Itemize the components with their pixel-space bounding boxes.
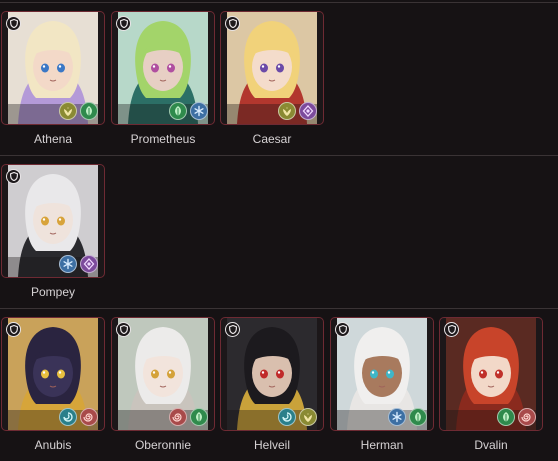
- hero-name: Pompey: [30, 285, 76, 299]
- hero-card[interactable]: [1, 164, 105, 278]
- wings-icon: [299, 408, 317, 426]
- hero-name: Dvalin: [474, 438, 508, 452]
- element-badges: [59, 102, 98, 120]
- section-divider: [0, 308, 558, 309]
- leaf-icon: [80, 102, 98, 120]
- wings-icon: [59, 102, 77, 120]
- shield-icon: [225, 16, 240, 31]
- crystal-icon: [80, 255, 98, 273]
- element-badges: [169, 102, 208, 120]
- shield-icon: [6, 322, 21, 337]
- hero-name: Prometheus: [130, 132, 196, 146]
- wave-icon: [59, 408, 77, 426]
- shield-icon: [6, 16, 21, 31]
- hero-card[interactable]: [111, 11, 215, 125]
- hero-card[interactable]: [220, 11, 324, 125]
- hero-card[interactable]: [1, 317, 105, 431]
- snowflake-icon: [388, 408, 406, 426]
- wings-icon: [278, 102, 296, 120]
- shield-icon: [6, 169, 21, 184]
- hero-card[interactable]: [220, 317, 324, 431]
- section-divider: [0, 155, 558, 156]
- shield-icon: [225, 322, 240, 337]
- hero-card[interactable]: [439, 317, 543, 431]
- hero-name: Herman: [360, 438, 404, 452]
- shield-icon: [116, 322, 131, 337]
- leaf-icon: [190, 408, 208, 426]
- shield-icon: [444, 322, 459, 337]
- element-badges: [278, 408, 317, 426]
- shield-icon: [335, 322, 350, 337]
- spiral-icon: [80, 408, 98, 426]
- leaf-icon: [169, 102, 187, 120]
- element-badges: [278, 102, 317, 120]
- hero-name: Anubis: [34, 438, 72, 452]
- hero-card[interactable]: [1, 11, 105, 125]
- hero-name: Athena: [33, 132, 73, 146]
- element-badges: [59, 255, 98, 273]
- hero-name: Caesar: [252, 132, 292, 146]
- hero-name: Oberonnie: [134, 438, 192, 452]
- hero-card[interactable]: [111, 317, 215, 431]
- shield-icon: [116, 16, 131, 31]
- snowflake-icon: [190, 102, 208, 120]
- spiral-icon: [169, 408, 187, 426]
- spiral-icon: [518, 408, 536, 426]
- element-badges: [388, 408, 427, 426]
- wave-icon: [278, 408, 296, 426]
- snowflake-icon: [59, 255, 77, 273]
- leaf-icon: [497, 408, 515, 426]
- crystal-icon: [299, 102, 317, 120]
- hero-name: Helveil: [253, 438, 290, 452]
- element-badges: [497, 408, 536, 426]
- hero-card[interactable]: [330, 317, 434, 431]
- leaf-icon: [409, 408, 427, 426]
- section-divider: [0, 2, 558, 3]
- element-badges: [59, 408, 98, 426]
- element-badges: [169, 408, 208, 426]
